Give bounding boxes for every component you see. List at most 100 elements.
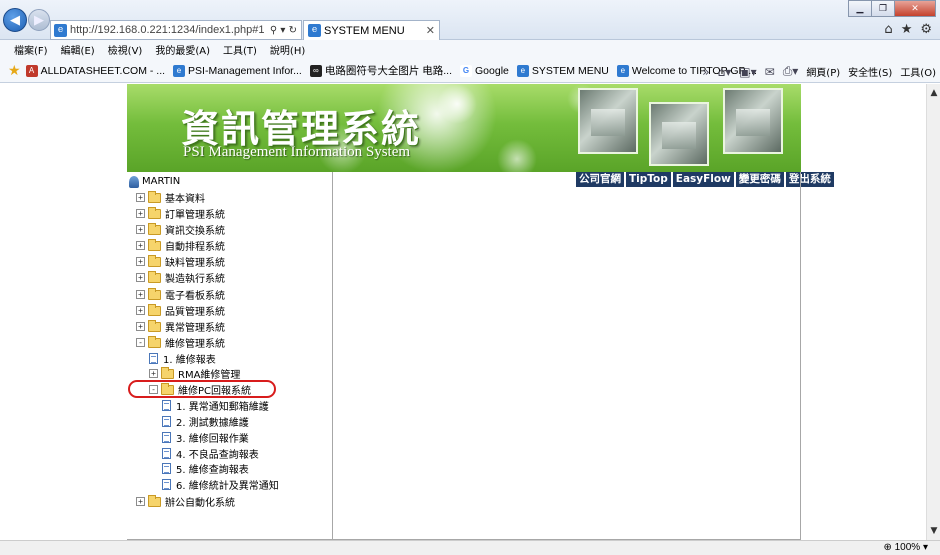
expand-icon[interactable]: + <box>136 322 145 331</box>
scroll-down-icon[interactable]: ▼ <box>927 524 940 538</box>
expand-icon[interactable]: + <box>136 290 145 299</box>
tree-item-rma-repair[interactable]: + RMA維修管理 <box>149 366 240 381</box>
nav-company-site[interactable]: 公司官網 <box>576 172 624 187</box>
expand-icon[interactable]: + <box>136 306 145 315</box>
menu-file[interactable]: 檔案(F) <box>14 42 48 57</box>
tree-item-repair-stats[interactable]: 6. 維修統計及異常通知 <box>162 477 279 492</box>
search-icon[interactable]: ⚲ ▾ ↻ <box>270 25 297 36</box>
tab-title: SYSTEM MENU <box>324 24 405 37</box>
chevron-right-icon[interactable]: » <box>702 65 709 79</box>
folder-icon <box>148 303 161 316</box>
menu-edit[interactable]: 編輯(E) <box>61 42 95 57</box>
tree-item-defect-query[interactable]: 4. 不良品查詢報表 <box>162 446 259 461</box>
fav-system-menu[interactable]: e SYSTEM MENU <box>516 64 609 77</box>
tree-item-office-automation[interactable]: + 辦公自動化系統 <box>136 494 235 509</box>
expand-icon[interactable]: + <box>136 273 145 282</box>
ie-page-icon: e <box>616 64 629 77</box>
window-controls: ▁ ❐ ✕ <box>848 0 936 17</box>
browser-titlebar: ◀ ▶ e http://192.168.0.221:1234/index1.p… <box>0 0 940 40</box>
maximize-button[interactable]: ❐ <box>871 0 895 17</box>
tree-item-repair-report[interactable]: 1. 維修報表 <box>149 351 216 366</box>
folder-icon <box>161 366 174 379</box>
tree-item-repair-query[interactable]: 5. 維修查詢報表 <box>162 461 249 476</box>
menu-favorites[interactable]: 我的最愛(A) <box>155 42 210 57</box>
nav-easyflow[interactable]: EasyFlow <box>672 172 734 187</box>
scroll-up-icon[interactable]: ▲ <box>927 86 940 100</box>
tree-item-test-data[interactable]: 2. 測試數據維護 <box>162 414 249 429</box>
tree-item-mes[interactable]: + 製造執行系統 <box>136 270 225 285</box>
tree-item-repair-feedback[interactable]: 3. 維修回報作業 <box>162 430 249 445</box>
safety-menu[interactable]: 安全性(S) <box>848 64 892 79</box>
gear-icon[interactable]: ⚙ <box>920 22 932 37</box>
expand-icon[interactable]: + <box>136 497 145 506</box>
browser-right-icons: ⌂ ★ ⚙ <box>884 22 932 37</box>
tree-user: MARTIN <box>129 174 180 189</box>
star-icon[interactable]: ★ <box>901 22 913 37</box>
tree-item-e-kanban[interactable]: + 電子看板系統 <box>136 287 225 302</box>
menu-help[interactable]: 說明(H) <box>270 42 305 57</box>
address-url[interactable]: http://192.168.0.221:1234/index1.php#1 <box>70 24 270 36</box>
folder-icon <box>148 238 161 251</box>
expand-icon[interactable]: + <box>136 225 145 234</box>
tree-item-repair-mgmt[interactable]: - 維修管理系統 <box>136 335 225 350</box>
expand-icon[interactable]: + <box>136 193 145 202</box>
home-icon[interactable]: ⌂▾ <box>718 65 732 79</box>
home-icon[interactable]: ⌂ <box>884 22 892 37</box>
frame-divider[interactable] <box>332 172 333 540</box>
ie-page-icon: e <box>308 24 321 37</box>
expand-icon[interactable]: + <box>136 209 145 218</box>
status-bar: ⊕ 100% ▾ <box>0 540 940 555</box>
feeds-icon[interactable]: ▣▾ <box>739 65 756 79</box>
tree-item-exception-mgmt[interactable]: + 異常管理系統 <box>136 319 225 334</box>
nav-logout[interactable]: 登出系統 <box>785 172 834 187</box>
folder-icon <box>148 494 161 507</box>
tree-item-basic-data[interactable]: + 基本資料 <box>136 190 205 205</box>
document-icon <box>162 463 171 474</box>
folder-icon <box>148 270 161 283</box>
zoom-level[interactable]: ⊕ 100% ▾ <box>883 542 928 553</box>
fav-circuit-symbols[interactable]: ∞ 电路圈符号大全图片 电路... <box>309 63 452 78</box>
menu-tools[interactable]: 工具(T) <box>223 42 257 57</box>
command-bar: » ⌂▾ ▣▾ ✉ ⎙▾ 網頁(P) 安全性(S) 工具(O) <box>702 64 936 79</box>
mail-icon[interactable]: ✉ <box>765 65 775 79</box>
print-icon[interactable]: ⎙▾ <box>783 64 799 79</box>
forward-arrow-icon[interactable]: ▶ <box>28 9 50 31</box>
infinity-icon: ∞ <box>309 64 322 77</box>
document-icon <box>162 416 171 427</box>
expand-icon[interactable]: + <box>136 257 145 266</box>
close-icon[interactable]: ✕ <box>426 24 435 37</box>
tree-item-shortage-mgmt[interactable]: + 缺料管理系統 <box>136 254 225 269</box>
page-menu[interactable]: 網頁(P) <box>806 64 840 79</box>
ie-page-icon: e <box>516 64 529 77</box>
factory-photo-2 <box>649 102 709 166</box>
tree-item-info-exchange[interactable]: + 資訊交換系統 <box>136 222 225 237</box>
menu-bar: 檔案(F) 編輯(E) 檢視(V) 我的最愛(A) 工具(T) 說明(H) <box>0 40 940 59</box>
tree-item-auto-schedule[interactable]: + 自動排程系統 <box>136 238 225 253</box>
fav-psi-management[interactable]: e PSI-Management Infor... <box>173 64 302 77</box>
nav-tiptop[interactable]: TipTop <box>626 172 671 187</box>
google-icon: G <box>460 64 473 77</box>
expand-icon[interactable]: + <box>136 241 145 250</box>
tree-item-exception-mail[interactable]: 1. 異常通知郵箱維護 <box>162 398 269 413</box>
tree-item-quality-mgmt[interactable]: + 品質管理系統 <box>136 303 225 318</box>
collapse-icon[interactable]: - <box>136 338 145 347</box>
vertical-scrollbar[interactable]: ▲ ▼ <box>926 84 940 540</box>
tree-item-order-mgmt[interactable]: + 訂單管理系統 <box>136 206 225 221</box>
factory-photo-3 <box>723 88 783 154</box>
fav-google[interactable]: G Google <box>460 64 509 77</box>
banner-title-en: PSI Management Information System <box>183 144 411 160</box>
expand-icon[interactable]: + <box>149 369 158 378</box>
nav-change-password[interactable]: 變更密碼 <box>735 172 784 187</box>
tools-menu[interactable]: 工具(O) <box>900 64 936 79</box>
minimize-button[interactable]: ▁ <box>848 0 872 17</box>
folder-icon <box>148 254 161 267</box>
address-bar[interactable]: e http://192.168.0.221:1234/index1.php#1… <box>50 20 302 40</box>
window-close-button[interactable]: ✕ <box>894 0 936 17</box>
favorites-star-icon[interactable]: ★ <box>8 63 21 79</box>
red-highlight-oval <box>128 380 276 398</box>
menu-view[interactable]: 檢視(V) <box>108 42 143 57</box>
tab-system-menu[interactable]: e SYSTEM MENU ✕ <box>303 20 440 40</box>
back-arrow-icon[interactable]: ◀ <box>3 8 27 32</box>
fav-alldatasheet[interactable]: A ALLDATASHEET.COM - ... <box>25 64 165 77</box>
document-icon <box>162 448 171 459</box>
